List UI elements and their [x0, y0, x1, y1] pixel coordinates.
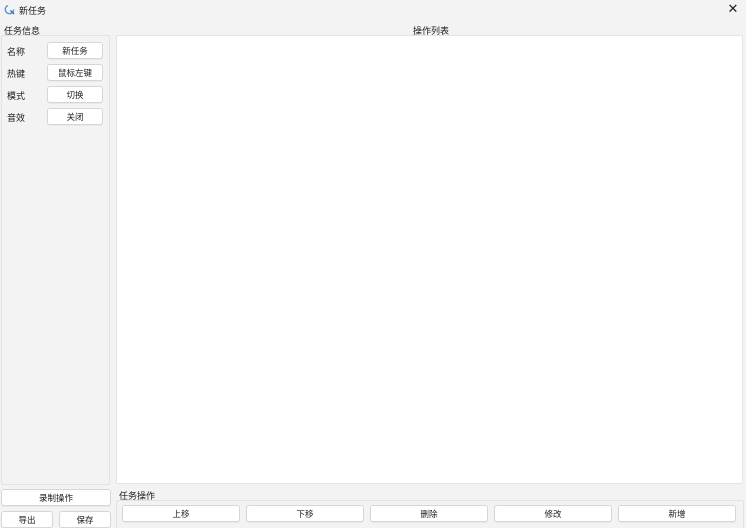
close-button[interactable]: ✕	[722, 1, 744, 17]
window-title: 新任务	[19, 7, 47, 17]
title-bar: 新任务 ✕	[0, 0, 746, 20]
move-up-button[interactable]: 上移	[122, 505, 240, 522]
modify-button[interactable]: 修改	[494, 505, 612, 522]
app-logo-icon	[4, 4, 15, 15]
sound-label: 音效	[7, 114, 26, 124]
mode-label: 模式	[7, 92, 26, 102]
add-button[interactable]: 新增	[618, 505, 736, 522]
sound-field-button[interactable]: 关闭	[47, 108, 103, 125]
export-button[interactable]: 导出	[1, 511, 53, 528]
save-button[interactable]: 保存	[59, 511, 111, 528]
name-field-button[interactable]: 新任务	[47, 42, 103, 59]
hotkey-label: 热键	[7, 70, 26, 80]
close-icon: ✕	[727, 1, 739, 17]
hotkey-field-button[interactable]: 鼠标左键	[47, 64, 103, 81]
delete-button[interactable]: 删除	[370, 505, 488, 522]
name-label: 名称	[7, 48, 26, 58]
operations-list[interactable]	[116, 35, 743, 484]
move-down-button[interactable]: 下移	[246, 505, 364, 522]
record-button[interactable]: 录制操作	[1, 489, 111, 506]
mode-field-button[interactable]: 切换	[47, 86, 103, 103]
